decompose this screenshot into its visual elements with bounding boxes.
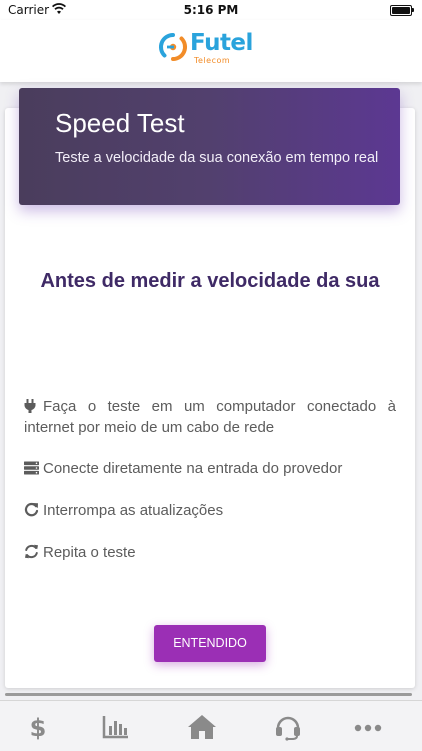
battery-icon <box>390 5 414 16</box>
brand-logo-icon <box>159 32 187 62</box>
tab-bar: $ <box>0 700 422 751</box>
scroll-indicator[interactable] <box>5 693 412 696</box>
dollar-icon: $ <box>30 714 47 741</box>
tab-payments[interactable]: $ <box>22 713 54 741</box>
list-item: Conecte diretamente na entrada do proved… <box>24 458 396 479</box>
home-icon <box>188 715 216 739</box>
app-header: Futel Telecom <box>0 20 422 82</box>
chart-icon <box>102 716 128 739</box>
page-title: Speed Test <box>55 108 185 138</box>
svg-text:$: $ <box>30 714 47 741</box>
instructions-heading: Antes de medir a velocidade da sua <box>40 270 380 292</box>
headset-icon <box>276 716 300 741</box>
clock: 5:16 PM <box>183 3 239 17</box>
tab-more[interactable] <box>352 713 384 741</box>
tip-text: Conecte diretamente na entrada do proved… <box>43 460 343 477</box>
page-subtitle: Teste a velocidade da sua conexão em tem… <box>55 150 379 166</box>
status-bar: Carrier 5:16 PM <box>0 0 422 20</box>
brand-subtitle: Telecom <box>194 56 231 65</box>
brand-name: Futel <box>190 30 253 56</box>
list-item: Repita o teste <box>24 542 396 563</box>
brand-logo: Futel Telecom <box>158 30 268 68</box>
tip-text: Faça o teste em um computador conectado … <box>24 398 396 436</box>
list-item: Interrompa as atualizações <box>24 500 396 521</box>
tab-support[interactable] <box>272 713 304 741</box>
redo-icon <box>24 502 40 517</box>
tip-text: Interrompa as atualizações <box>43 502 224 519</box>
speed-test-banner: Speed Test Teste a velocidade da sua con… <box>19 88 400 205</box>
server-icon <box>24 460 40 475</box>
plug-icon <box>24 398 40 413</box>
list-item: Faça o teste em um computador conectado … <box>24 396 396 438</box>
sync-icon <box>24 544 40 559</box>
tip-text: Repita o teste <box>43 544 136 561</box>
understood-button[interactable]: ENTENDIDO <box>154 625 266 662</box>
more-icon <box>354 724 382 732</box>
tab-usage[interactable] <box>100 713 132 741</box>
tab-home[interactable] <box>186 713 218 741</box>
